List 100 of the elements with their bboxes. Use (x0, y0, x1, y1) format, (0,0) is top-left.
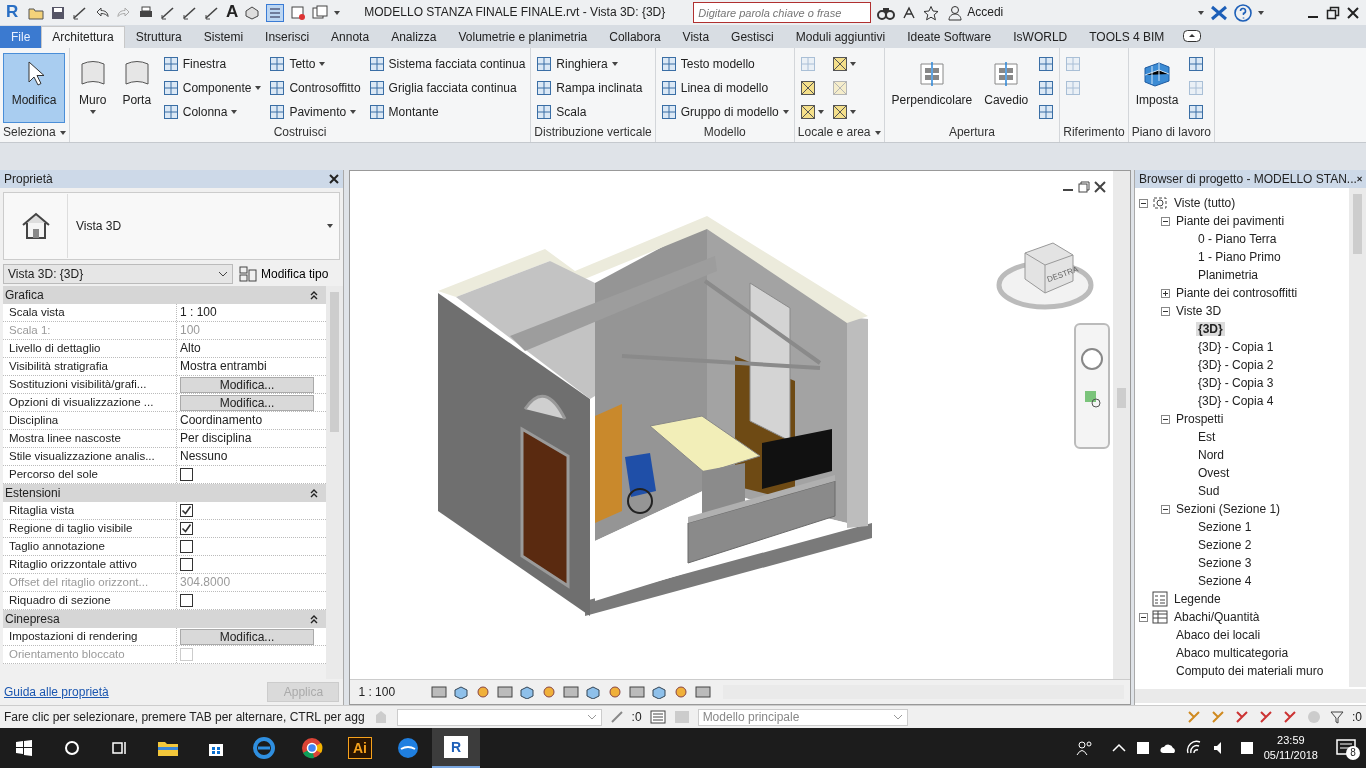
ribbon-button[interactable]: Rampa inclinata (534, 77, 645, 99)
help-link[interactable]: Guida alle proprietà (4, 684, 109, 700)
edit-button[interactable]: Modifica... (180, 394, 314, 411)
circle-icon[interactable] (673, 685, 690, 699)
tree-item[interactable]: Nord (1196, 447, 1226, 463)
checkbox[interactable] (180, 540, 193, 553)
edit-button[interactable]: Modifica... (180, 376, 314, 393)
ribbon-button[interactable]: Componente (160, 77, 264, 99)
star-icon[interactable] (923, 4, 940, 21)
ribbon-button[interactable]: Griglia facciata continua (366, 77, 528, 99)
rectangle-icon[interactable] (695, 685, 712, 699)
help-icon[interactable] (1234, 3, 1252, 22)
design-option-dropdown[interactable]: Modello principale (697, 708, 908, 726)
list-icon[interactable] (266, 3, 285, 22)
tree-item[interactable]: Abaco dei locali (1174, 627, 1263, 643)
tree-item[interactable]: Legende (1172, 591, 1223, 607)
checkbox[interactable] (180, 468, 193, 481)
people-icon[interactable] (1075, 740, 1094, 756)
edit-button[interactable]: Modifica... (180, 628, 314, 645)
tree-item[interactable]: 0 - Piano Terra (1196, 231, 1279, 247)
ribbon-tab[interactable]: TOOLS 4 BIM (1078, 25, 1176, 48)
ribbon-button[interactable]: Muro (72, 53, 113, 123)
ribbon-tab[interactable]: Volumetrie e planimetria (447, 25, 599, 48)
collapse-icon[interactable] (1161, 216, 1170, 226)
scrollbar[interactable] (326, 286, 343, 679)
ribbon-button[interactable]: Sistema facciata continua (366, 53, 528, 75)
ribbon-button[interactable]: Montante (366, 101, 528, 123)
ribbon-tab[interactable]: Analizza (380, 25, 448, 48)
collapse-icon[interactable] (1161, 306, 1170, 316)
tree-item[interactable]: {3D} - Copia 1 (1196, 339, 1276, 355)
tree-item[interactable]: Est (1196, 429, 1218, 445)
tree-item[interactable]: Viste 3D (1174, 303, 1224, 319)
restore-icon[interactable] (1326, 5, 1340, 20)
circle-icon[interactable] (607, 685, 624, 699)
expand-icon[interactable] (1161, 288, 1170, 298)
tree-item[interactable]: Sezione 2 (1196, 537, 1254, 553)
group-header[interactable]: Cinepresa (3, 610, 326, 628)
ribbon-tab[interactable]: Ideate Software (896, 25, 1003, 48)
search-field[interactable]: Digitare parola chiave o frase (693, 2, 872, 23)
scrollbar[interactable] (1135, 689, 1366, 703)
type-selector[interactable]: Vista 3D (3, 192, 341, 260)
edit-type-button[interactable]: Modifica tipo (239, 266, 329, 282)
filter-icon[interactable] (1330, 710, 1344, 724)
checkbox[interactable] (180, 504, 193, 517)
ribbon-button[interactable]: Linea di modello (658, 77, 791, 99)
ribbon-button[interactable]: Modifica (3, 53, 65, 123)
tree-item[interactable]: Computo dei materiali muro (1174, 663, 1326, 679)
rectangle-icon[interactable] (497, 685, 514, 699)
cross-icon[interactable] (1210, 4, 1228, 21)
clock[interactable]: 23:59 05/11/2018 (1255, 733, 1326, 763)
chevron-icon[interactable] (1111, 743, 1126, 753)
scale-label[interactable]: 1 : 100 (358, 684, 396, 700)
scrollbar[interactable] (1113, 171, 1130, 679)
ribbon-button[interactable]: Colonna (160, 101, 264, 123)
close-icon[interactable] (329, 174, 340, 184)
ribbon-button[interactable]: Ringhiera (534, 53, 645, 75)
ribbon-tab[interactable]: Struttura (124, 25, 193, 48)
ribbon-tab[interactable]: Sistemi (192, 25, 255, 48)
ribbon-tab[interactable]: Collabora (598, 25, 672, 48)
tree-item[interactable]: Piante dei controsoffitti (1174, 285, 1300, 301)
ribbon-tab[interactable]: Inserisci (254, 25, 321, 48)
tree-item[interactable]: {3D} - Copia 2 (1196, 357, 1276, 373)
rectangle-icon[interactable] (563, 685, 580, 699)
ribbon-button[interactable]: Controsoffitto (267, 77, 363, 99)
window-icon[interactable] (290, 4, 307, 21)
tree-item[interactable]: {3D} (1196, 321, 1225, 337)
ribbon-button[interactable]: Testo modello (658, 53, 791, 75)
ribbon-button[interactable]: Imposta (1131, 53, 1183, 123)
ribbon-tab[interactable]: Moduli aggiuntivi (784, 25, 897, 48)
pencil-icon[interactable] (609, 710, 624, 724)
zoom-icon[interactable] (1085, 391, 1101, 408)
circle-icon[interactable] (475, 685, 492, 699)
close-icon[interactable] (1094, 181, 1107, 193)
checkbox[interactable] (180, 558, 193, 571)
group-header[interactable]: Grafica (3, 286, 326, 304)
rectangle-icon[interactable] (431, 685, 448, 699)
tree-item[interactable]: {3D} - Copia 3 (1196, 375, 1276, 391)
ribbon-button[interactable]: Cavedio (980, 53, 1033, 123)
tree-item[interactable]: Ovest (1196, 465, 1232, 481)
tree-item[interactable]: Prospetti (1174, 411, 1226, 427)
ribbon-tab[interactable]: File (0, 25, 42, 48)
collapse-icon[interactable] (1139, 198, 1148, 208)
tree-item[interactable]: Sezioni (Sezione 1) (1174, 501, 1283, 517)
close-icon[interactable] (1346, 5, 1360, 20)
tree-item[interactable]: 1 - Piano Primo (1196, 249, 1283, 265)
checkbox[interactable] (180, 522, 193, 535)
app-logo[interactable]: R (6, 2, 22, 23)
circle-icon[interactable] (541, 685, 558, 699)
collapse-icon[interactable] (1161, 504, 1170, 514)
ribbon-button[interactable]: Porta (116, 53, 157, 123)
ribbon-button[interactable]: Tetto (267, 53, 363, 75)
collapse-icon[interactable] (1161, 414, 1170, 424)
tree-item[interactable]: Abaco multicategoria (1174, 645, 1291, 661)
tree-item[interactable]: Planimetria (1196, 267, 1261, 283)
tree-item[interactable]: Abachi/Quantità (1172, 609, 1262, 625)
tree-item[interactable]: Viste (tutto) (1172, 195, 1238, 211)
rectangle-icon[interactable] (629, 685, 646, 699)
collapse-icon[interactable] (1139, 612, 1148, 622)
tree-item[interactable]: Sezione 3 (1196, 555, 1254, 571)
text-tool-button[interactable]: A (226, 2, 239, 23)
